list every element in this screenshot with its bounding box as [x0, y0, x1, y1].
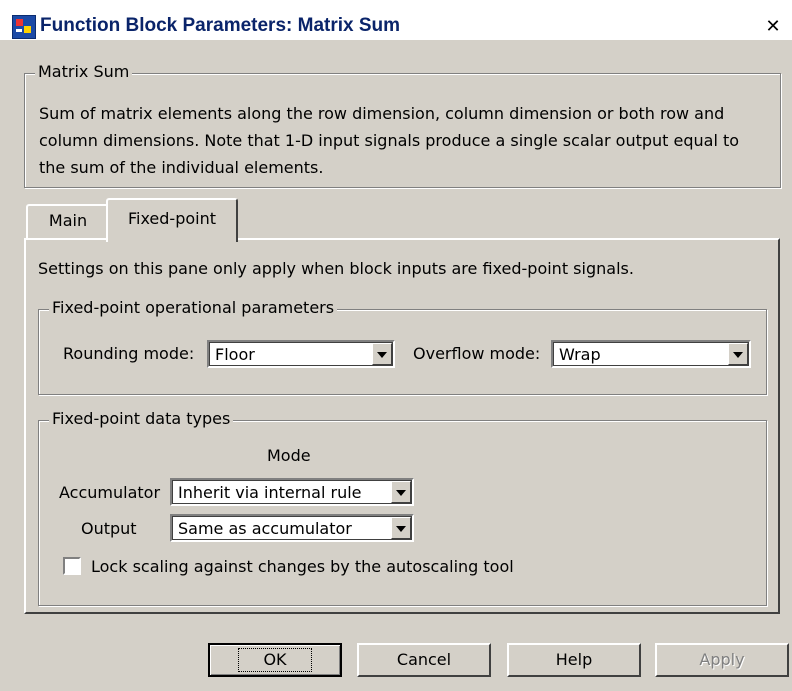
- simulink-block-icon: [12, 15, 36, 39]
- accumulator-mode-select[interactable]: Inherit via internal rule: [170, 478, 414, 506]
- chevron-down-icon: [396, 526, 406, 532]
- tab-main[interactable]: Main: [26, 204, 110, 240]
- fixed-point-tab-panel: Settings on this pane only apply when bl…: [24, 238, 780, 614]
- ok-button[interactable]: OK: [208, 643, 342, 677]
- ok-button-label: OK: [238, 648, 312, 672]
- output-label: Output: [81, 519, 137, 538]
- accumulator-mode-value: Inherit via internal rule: [178, 483, 362, 502]
- operational-parameters-title: Fixed-point operational parameters: [49, 298, 338, 317]
- data-types-group: Fixed-point data types Mode Accumulator …: [38, 409, 767, 606]
- window-title: Function Block Parameters: Matrix Sum: [40, 15, 401, 36]
- lock-scaling-checkbox[interactable]: [63, 557, 81, 575]
- rounding-mode-label: Rounding mode:: [63, 344, 195, 363]
- rounding-mode-select[interactable]: Floor: [207, 340, 395, 368]
- overflow-mode-dropdown-button[interactable]: [728, 343, 748, 365]
- close-icon[interactable]: ✕: [762, 17, 784, 37]
- description-group-title: Matrix Sum: [35, 62, 133, 81]
- title-bar: Function Block Parameters: Matrix Sum ✕: [0, 0, 792, 40]
- data-types-title: Fixed-point data types: [49, 409, 234, 428]
- accumulator-dropdown-button[interactable]: [391, 481, 411, 503]
- chevron-down-icon: [733, 352, 743, 358]
- description-group: Matrix Sum Sum of matrix elements along …: [24, 62, 781, 188]
- cancel-button[interactable]: Cancel: [357, 643, 491, 677]
- overflow-mode-select[interactable]: Wrap: [551, 340, 751, 368]
- output-dropdown-button[interactable]: [391, 517, 411, 539]
- output-mode-select[interactable]: Same as accumulator: [170, 514, 414, 542]
- help-button[interactable]: Help: [507, 643, 641, 677]
- rounding-mode-dropdown-button[interactable]: [372, 343, 392, 365]
- accumulator-label: Accumulator: [59, 483, 161, 502]
- chevron-down-icon: [377, 352, 387, 358]
- rounding-mode-value: Floor: [215, 345, 255, 364]
- lock-scaling-label[interactable]: Lock scaling against changes by the auto…: [91, 557, 514, 576]
- chevron-down-icon: [396, 490, 406, 496]
- apply-button: Apply: [655, 643, 789, 677]
- operational-parameters-group: Fixed-point operational parameters Round…: [38, 298, 767, 395]
- overflow-mode-label: Overflow mode:: [413, 344, 541, 363]
- mode-column-header: Mode: [267, 446, 311, 465]
- fixed-point-note: Settings on this pane only apply when bl…: [38, 259, 634, 278]
- overflow-mode-value: Wrap: [559, 345, 601, 364]
- block-description: Sum of matrix elements along the row dim…: [39, 104, 740, 177]
- active-tab-joint: [108, 236, 232, 242]
- output-mode-value: Same as accumulator: [178, 519, 352, 538]
